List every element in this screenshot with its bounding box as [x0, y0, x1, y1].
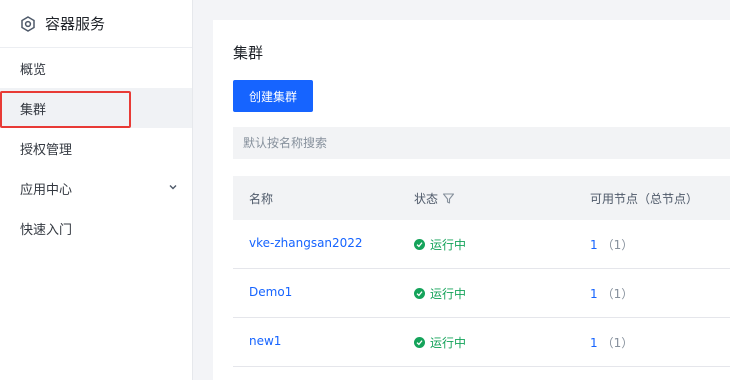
available-nodes-link[interactable]: 1 — [590, 336, 598, 350]
status-badge: 运行中 — [414, 285, 466, 302]
table-row: Demo1 运行中 1 （1） — [233, 269, 730, 318]
status-badge: 运行中 — [414, 334, 466, 351]
sidebar-item-quickstart[interactable]: 快速入门 — [0, 208, 192, 248]
sidebar-item-overview[interactable]: 概览 — [0, 48, 192, 88]
check-circle-icon — [414, 239, 425, 250]
cluster-name-link[interactable]: vke-zhangsan2022 — [249, 236, 363, 250]
sidebar-header: 容器服务 — [0, 0, 192, 48]
sidebar-item-app-center[interactable]: 应用中心 — [0, 168, 192, 208]
column-header-name: 名称 — [249, 192, 274, 206]
table-header: 名称 状态 可用节点（总节点） — [233, 176, 730, 220]
available-nodes-link[interactable]: 1 — [590, 238, 598, 252]
status-text: 运行中 — [430, 336, 467, 350]
available-nodes-link[interactable]: 1 — [590, 287, 598, 301]
check-circle-icon — [414, 337, 425, 348]
nodes-cell: 1 （1） — [590, 236, 633, 253]
check-circle-icon — [414, 288, 425, 299]
filter-icon[interactable] — [442, 192, 455, 205]
column-header-status-label: 状态 — [414, 192, 439, 206]
total-nodes: （1） — [601, 238, 634, 252]
sidebar-item-authorization[interactable]: 授权管理 — [0, 128, 192, 168]
total-nodes: （1） — [601, 287, 634, 301]
service-title: 容器服务 — [45, 15, 106, 33]
cluster-name-link[interactable]: Demo1 — [249, 285, 292, 299]
sidebar-item-clusters[interactable]: 集群 — [0, 88, 192, 128]
table-row: vke-zhangsan2022 运行中 1 （1） — [233, 220, 730, 269]
status-badge: 运行中 — [414, 236, 466, 253]
nodes-cell: 1 （1） — [590, 285, 633, 302]
column-header-nodes: 可用节点（总节点） — [590, 192, 699, 206]
sidebar: 容器服务 概览 集群 授权管理 应用中心 快速入门 — [0, 0, 193, 380]
search-input[interactable] — [233, 127, 730, 159]
nodes-cell: 1 （1） — [590, 334, 633, 351]
container-service-icon — [20, 15, 36, 32]
main-panel: 集群 创建集群 名称 状态 可用节点（总节点） vke-zhangsan2022… — [213, 20, 730, 380]
table-row: new1 运行中 1 （1） — [233, 318, 730, 367]
status-text: 运行中 — [430, 287, 467, 301]
sidebar-item-label: 应用中心 — [20, 182, 73, 198]
chevron-down-icon — [168, 182, 178, 192]
total-nodes: （1） — [601, 336, 634, 350]
page-title: 集群 — [233, 44, 264, 62]
create-cluster-button[interactable]: 创建集群 — [233, 80, 313, 112]
status-text: 运行中 — [430, 238, 467, 252]
cluster-name-link[interactable]: new1 — [249, 334, 281, 348]
column-header-status: 状态 — [414, 190, 455, 207]
